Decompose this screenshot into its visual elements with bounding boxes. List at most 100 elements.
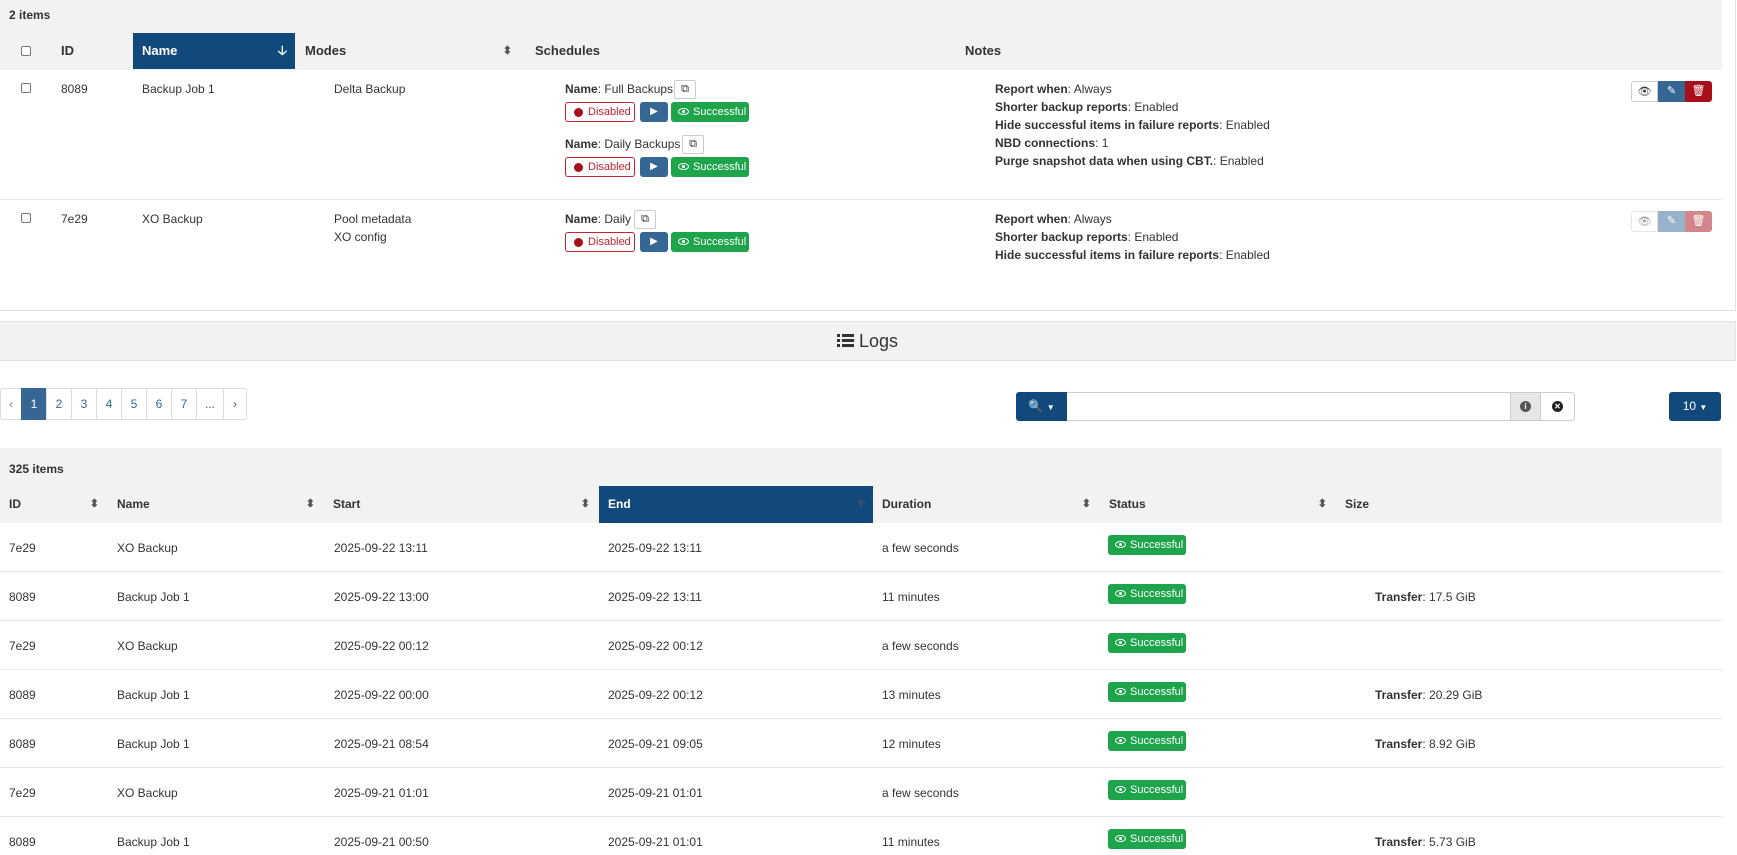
row-checkbox[interactable]	[21, 83, 31, 93]
note-value: Always	[1073, 82, 1112, 96]
log-row[interactable]: 8089 Backup Job 1 2025-09-21 08:54 2025-…	[0, 719, 1722, 768]
column-header-name[interactable]: Name 🡣	[133, 33, 295, 69]
note-value: Enabled	[1225, 248, 1270, 262]
note-line: NBD connections: 1	[995, 136, 1109, 150]
schedule-status-button[interactable]: Successful	[671, 232, 749, 252]
trash-icon[interactable]: 🗑	[1685, 211, 1712, 232]
log-row[interactable]: 8089 Backup Job 1 2025-09-22 00:00 2025-…	[0, 670, 1722, 719]
log-row[interactable]: 7e29 XO Backup 2025-09-22 13:11 2025-09-…	[0, 523, 1722, 572]
info-icon[interactable]: i	[1510, 392, 1541, 421]
log-status-badge[interactable]: Successful	[1108, 535, 1186, 555]
column-label: Size	[1345, 497, 1370, 511]
column-header-status[interactable]: Status ⬍	[1100, 486, 1335, 523]
log-row[interactable]: 8089 Backup Job 1 2025-09-22 13:00 2025-…	[0, 572, 1722, 621]
search-filter-dropdown[interactable]: 🔍 ▼	[1016, 392, 1067, 421]
log-end: 2025-09-21 01:01	[608, 835, 703, 849]
column-header-id[interactable]: ID ⬍	[0, 486, 107, 523]
log-row[interactable]: 7e29 XO Backup 2025-09-22 00:12 2025-09-…	[0, 621, 1722, 670]
pagination-page-1[interactable]: 1	[21, 388, 47, 420]
row-checkbox[interactable]	[21, 213, 31, 223]
schedule-name: Name: Daily Backups	[565, 137, 681, 151]
log-id: 7e29	[9, 639, 36, 653]
status-label: Successful	[1130, 735, 1184, 747]
column-label: Name	[142, 43, 178, 58]
pagination: ‹ 1 2 3 4 5 6 7 ... ›	[0, 388, 247, 420]
items-per-page-dropdown[interactable]: 10 ▼	[1669, 392, 1721, 421]
eye-icon[interactable]: 👁	[1631, 81, 1658, 102]
search-input[interactable]	[1067, 392, 1511, 421]
schedule-status-button[interactable]: Successful	[671, 102, 749, 122]
schedule-name-value: Full Backups	[604, 82, 674, 96]
log-status-badge[interactable]: Successful	[1108, 780, 1186, 800]
pagination-page-4[interactable]: 4	[96, 388, 122, 420]
column-header-start[interactable]: Start ⬍	[324, 486, 598, 523]
column-header-notes: Notes	[956, 33, 1256, 69]
log-duration: a few seconds	[882, 786, 959, 800]
log-status-badge[interactable]: Successful	[1108, 584, 1186, 604]
disabled-dot-icon	[574, 108, 583, 117]
job-mode: Delta Backup	[334, 82, 406, 96]
eye-icon[interactable]: 👁	[1631, 211, 1658, 232]
pagination-next[interactable]: ›	[223, 388, 247, 420]
list-icon	[836, 334, 854, 348]
log-end: 2025-09-22 00:12	[608, 639, 703, 653]
copy-icon[interactable]: ⧉	[682, 135, 704, 154]
transfer-value: 5.73 GiB	[1429, 835, 1476, 849]
schedule-disabled-toggle[interactable]: Disabled	[565, 157, 635, 177]
log-id: 8089	[9, 835, 36, 849]
log-duration: a few seconds	[882, 541, 959, 555]
trash-icon[interactable]: 🗑	[1685, 81, 1712, 102]
column-header-end[interactable]: End 🡡	[599, 486, 873, 523]
eye-icon	[1115, 590, 1126, 597]
schedule-name-label: Name	[565, 82, 598, 96]
log-duration: 11 minutes	[882, 835, 940, 849]
pagination-page-5[interactable]: 5	[121, 388, 147, 420]
note-value: 1	[1101, 136, 1109, 150]
pagination-ellipsis[interactable]: ...	[196, 388, 224, 420]
select-all-checkbox[interactable]	[21, 46, 31, 56]
logs-table-header: 325 items ID ⬍ Name ⬍ Start ⬍ End 🡡 Duration…	[0, 448, 1722, 523]
column-header-name[interactable]: Name ⬍	[108, 486, 323, 523]
schedule-disabled-toggle[interactable]: Disabled	[565, 102, 635, 122]
log-status-badge[interactable]: Successful	[1108, 682, 1186, 702]
pagination-page-7[interactable]: 7	[171, 388, 197, 420]
transfer-label: Transfer	[1375, 737, 1423, 751]
log-size: Transfer: 8.92 GiB	[1375, 737, 1476, 751]
eye-icon	[1115, 786, 1126, 793]
pencil-icon[interactable]: ✎	[1658, 211, 1685, 232]
copy-icon[interactable]: ⧉	[634, 210, 656, 229]
play-icon[interactable]: ▶	[640, 232, 668, 252]
note-line: Report when: Always	[995, 212, 1112, 226]
pagination-page-2[interactable]: 2	[46, 388, 72, 420]
transfer-value: 17.5 GiB	[1429, 590, 1476, 604]
note-value: Enabled	[1219, 154, 1264, 168]
clear-icon[interactable]: ✕	[1540, 392, 1575, 421]
note-line: Purge snapshot data when using CBT.: Ena…	[995, 154, 1264, 168]
job-name: Backup Job 1	[142, 82, 215, 96]
schedule-status-button[interactable]: Successful	[671, 157, 749, 177]
log-row[interactable]: 8089 Backup Job 1 2025-09-21 00:50 2025-…	[0, 817, 1722, 855]
pencil-icon[interactable]: ✎	[1658, 81, 1685, 102]
log-status-badge[interactable]: Successful	[1108, 633, 1186, 653]
log-status-badge[interactable]: Successful	[1108, 829, 1186, 849]
column-header-id[interactable]: ID	[52, 33, 132, 69]
pagination-prev[interactable]: ‹	[0, 388, 22, 420]
log-status-badge[interactable]: Successful	[1108, 731, 1186, 751]
column-label: ID	[61, 43, 74, 58]
sort-icon: ⬍	[1081, 498, 1091, 510]
log-row[interactable]: 7e29 XO Backup 2025-09-21 01:01 2025-09-…	[0, 768, 1722, 817]
log-id: 7e29	[9, 786, 36, 800]
transfer-value: 20.29 GiB	[1429, 688, 1483, 702]
copy-icon[interactable]: ⧉	[674, 80, 696, 99]
play-icon[interactable]: ▶	[640, 102, 668, 122]
play-icon[interactable]: ▶	[640, 157, 668, 177]
column-header-duration[interactable]: Duration ⬍	[873, 486, 1099, 523]
sort-icon: ⬍	[89, 498, 99, 510]
column-header-modes[interactable]: Modes ⬍	[296, 33, 520, 69]
job-mode: XO config	[334, 230, 387, 244]
status-label: Successful	[693, 236, 747, 248]
pagination-page-6[interactable]: 6	[146, 388, 172, 420]
log-id: 8089	[9, 590, 36, 604]
schedule-disabled-toggle[interactable]: Disabled	[565, 232, 635, 252]
pagination-page-3[interactable]: 3	[71, 388, 97, 420]
